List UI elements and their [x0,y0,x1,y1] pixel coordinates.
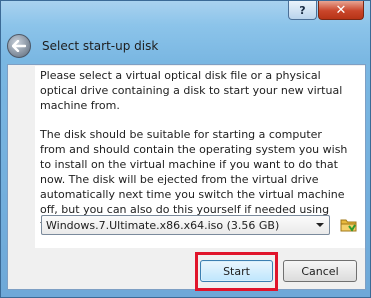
choose-disk-file-button[interactable] [339,215,359,235]
arrow-left-icon [12,40,26,52]
disk-dropdown-value: Windows.7.Ultimate.x86.x64.iso (3.56 GB) [46,218,280,232]
instruction-text: Please select a virtual optical disk fil… [40,69,343,112]
content-area: Please select a virtual optical disk fil… [7,64,366,291]
help-button[interactable]: ? [288,1,317,20]
disk-selector-row: Windows.7.Ultimate.x86.x64.iso (3.56 GB) [41,215,360,237]
page-title: Select start-up disk [42,39,159,53]
cancel-button[interactable]: Cancel [283,260,357,282]
disk-dropdown[interactable]: Windows.7.Ultimate.x86.x64.iso (3.56 GB) [41,215,330,235]
dialog-window: ? ✕ Select start-up disk Please select a… [0,0,371,298]
wizard-header: Select start-up disk [7,29,364,63]
close-button[interactable]: ✕ [318,1,364,20]
highlight-box [195,252,278,291]
back-button[interactable] [7,34,31,58]
folder-icon [340,219,357,232]
chevron-down-icon [316,223,324,227]
title-bar-controls: ? ✕ [287,1,364,21]
